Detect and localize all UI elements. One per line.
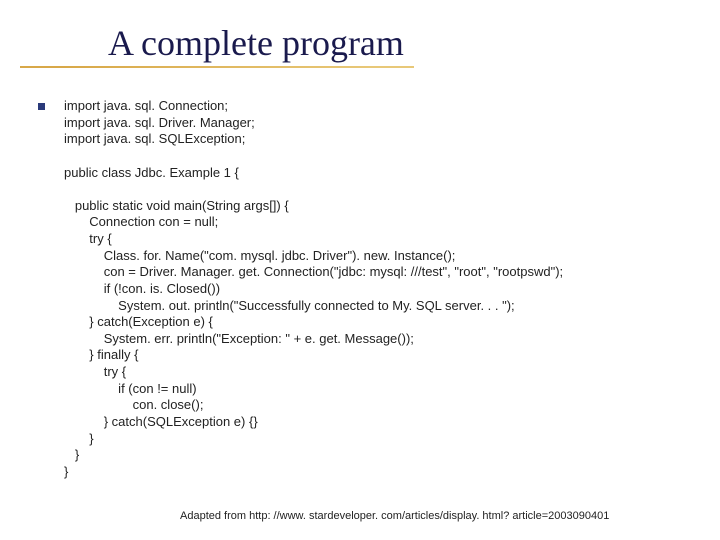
code-line: Connection con = null; (64, 214, 218, 229)
code-line: } (64, 431, 94, 446)
code-line: con. close(); (64, 397, 203, 412)
code-line: try { (64, 231, 112, 246)
code-line: if (!con. is. Closed()) (64, 281, 220, 296)
code-line: try { (64, 364, 126, 379)
code-line: import java. sql. Connection; (64, 98, 228, 113)
code-line: import java. sql. Driver. Manager; (64, 115, 255, 130)
code-line: } catch(Exception e) { (64, 314, 213, 329)
code-block: import java. sql. Connection; import jav… (64, 98, 563, 480)
code-line: con = Driver. Manager. get. Connection("… (64, 264, 563, 279)
code-line: if (con != null) (64, 381, 197, 396)
bullet-icon (38, 103, 45, 110)
code-line: } catch(SQLException e) {} (64, 414, 258, 429)
code-line: public class Jdbc. Example 1 { (64, 165, 239, 180)
code-line: import java. sql. SQLException; (64, 131, 245, 146)
code-line: System. err. println("Exception: " + e. … (64, 331, 414, 346)
title-underline (20, 66, 414, 68)
code-line: public static void main(String args[]) { (64, 198, 289, 213)
attribution-text: Adapted from http: //www. stardeveloper.… (180, 510, 609, 522)
code-line: } (64, 447, 79, 462)
code-line: } finally { (64, 347, 138, 362)
code-line: } (64, 464, 68, 479)
code-line: Class. for. Name("com. mysql. jdbc. Driv… (64, 248, 455, 263)
slide-title: A complete program (108, 22, 404, 64)
code-line: System. out. println("Successfully conne… (64, 298, 515, 313)
